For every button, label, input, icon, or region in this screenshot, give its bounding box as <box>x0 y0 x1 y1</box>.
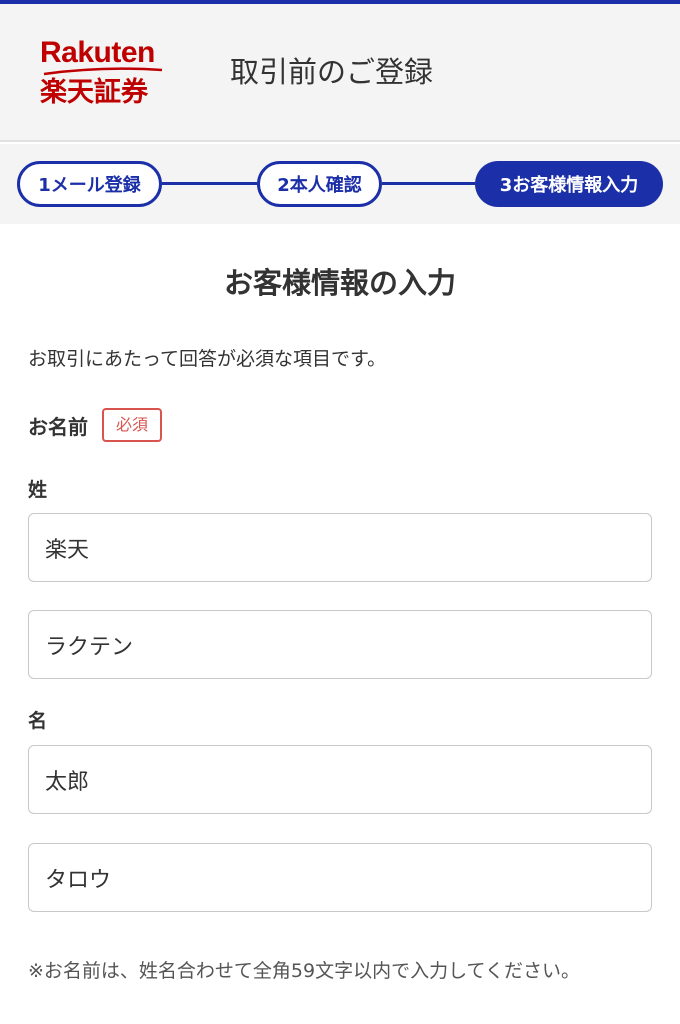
progress-stepper: 1メール登録 2本人確認 3お客様情報入力 <box>0 144 680 224</box>
name-label-row: お名前 必須 <box>28 406 163 444</box>
first-name-kanji-input[interactable] <box>28 745 652 814</box>
first-name-label: 名 <box>28 710 48 732</box>
header: Rakuten 楽天証券 取引前のご登録 <box>0 4 680 142</box>
step-connector <box>382 182 475 185</box>
step-customer-info: 3お客様情報入力 <box>475 161 663 207</box>
logo-swoosh-icon <box>43 67 163 76</box>
required-badge: 必須 <box>102 408 163 442</box>
step-identity-verification: 2本人確認 <box>257 161 382 207</box>
step-connector <box>162 182 257 185</box>
rakuten-securities-logo[interactable]: Rakuten 楽天証券 <box>40 36 172 116</box>
page-header-title: 取引前のご登録 <box>230 55 434 89</box>
step-email-registration: 1メール登録 <box>17 161 162 207</box>
last-name-kanji-input[interactable] <box>28 513 652 582</box>
last-name-label: 姓 <box>28 479 48 501</box>
name-label: お名前 <box>28 414 88 439</box>
last-name-kana-input[interactable] <box>28 610 652 679</box>
name-length-note: ※お名前は、姓名合わせて全角59文字以内で入力してください。 <box>28 960 580 982</box>
logo-text-ja: 楽天証券 <box>40 77 148 108</box>
logo-text-en: Rakuten <box>40 36 155 69</box>
first-name-kana-input[interactable] <box>28 843 652 912</box>
section-title: お客様情報の入力 <box>223 266 456 300</box>
intro-text: お取引にあたって回答が必須な項目です。 <box>28 348 387 370</box>
